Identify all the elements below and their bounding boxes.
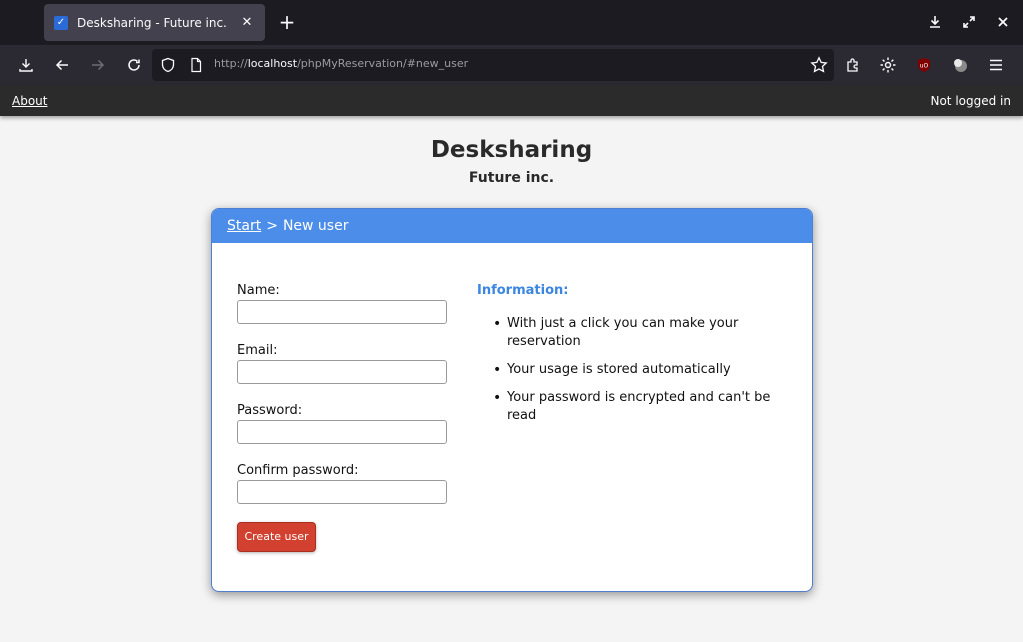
extension-orb-icon[interactable] [950,55,970,75]
reload-icon[interactable] [124,55,144,75]
browser-tab-bar: ✓ Desksharing - Future inc. ✕ + [0,0,1023,45]
information-item: With just a click you can make your rese… [477,315,777,351]
extensions-puzzle-icon[interactable] [843,55,863,75]
browser-nav-bar: http://localhost/phpMyReservation/#new_u… [0,45,1023,85]
tab-close-icon[interactable]: ✕ [239,15,255,30]
page-icon [188,57,204,77]
url-bar[interactable]: http://localhost/phpMyReservation/#new_u… [152,49,834,81]
password-input[interactable] [237,420,447,444]
new-tab-button[interactable]: + [277,12,297,32]
site-subtitle: Future inc. [468,170,555,186]
information-item: Your usage is stored automatically [477,361,777,379]
hamburger-menu-icon[interactable] [986,55,1006,75]
breadcrumb-separator: > [266,218,278,234]
breadcrumb: Start > New user [212,209,812,243]
email-label: Email: [237,343,278,358]
site-top-bar: About Not logged in [0,85,1023,116]
back-arrow-icon[interactable] [52,55,72,75]
checkbox-favicon-icon: ✓ [54,15,68,30]
close-window-icon[interactable] [995,14,1011,30]
new-user-card: Start > New user Name: Email: Password: … [211,208,813,592]
forward-arrow-icon[interactable] [88,55,108,75]
bookmark-star-icon[interactable] [810,56,828,78]
password-label: Password: [237,403,303,418]
about-link[interactable]: About [12,94,47,108]
name-label: Name: [237,283,280,298]
downloads-icon[interactable] [16,55,36,75]
tab-title: Desksharing - Future inc. [77,15,227,30]
information-item: Your password is encrypted and can't be … [477,389,777,425]
maximize-icon[interactable] [961,14,977,30]
download-window-icon[interactable] [927,14,943,30]
breadcrumb-current: New user [282,218,349,234]
gear-icon[interactable] [878,55,898,75]
login-status: Not logged in [930,94,1011,108]
confirm-password-label: Confirm password: [237,463,359,478]
site-title: Desksharing [430,137,593,163]
confirm-password-input[interactable] [237,480,447,504]
url-text[interactable]: http://localhost/phpMyReservation/#new_u… [214,57,468,70]
name-input[interactable] [237,300,447,324]
create-user-button[interactable]: Create user [237,522,316,552]
browser-tab[interactable]: ✓ Desksharing - Future inc. ✕ [44,4,265,41]
email-input[interactable] [237,360,447,384]
information-title: Information: [477,283,569,298]
breadcrumb-start-link[interactable]: Start [227,218,261,234]
shield-icon[interactable] [160,57,176,77]
ublock-icon[interactable]: uO [914,55,934,75]
svg-text:uO: uO [920,63,929,70]
information-list: With just a click you can make your rese… [477,315,777,435]
